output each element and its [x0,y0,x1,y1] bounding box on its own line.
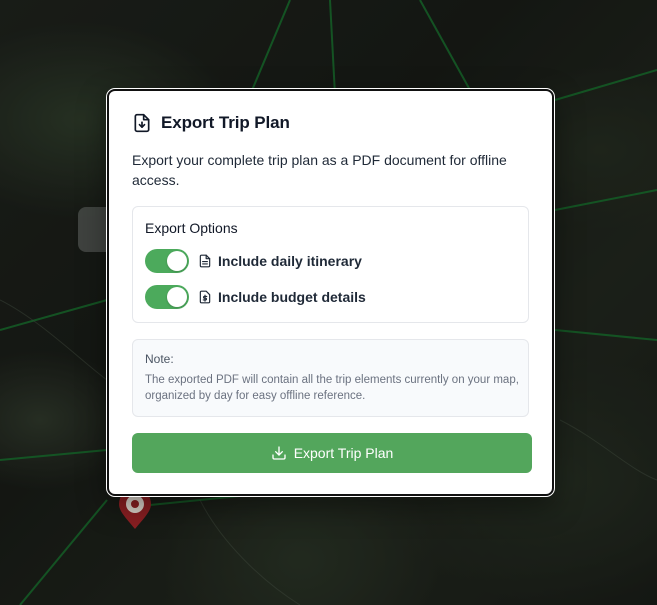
option-budget-details: Include budget details [145,285,516,309]
document-icon [198,254,212,268]
budget-details-label: Include budget details [218,289,366,305]
dialog-title: Export Trip Plan [161,113,290,132]
dollar-icon [198,290,212,304]
daily-itinerary-toggle[interactable] [145,249,189,273]
note-box: Note: The exported PDF will contain all … [132,339,529,417]
option-daily-itinerary: Include daily itinerary [145,249,516,273]
note-title: Note: [145,352,174,366]
export-button-label: Export Trip Plan [293,445,394,461]
export-options-panel: Export Options Include daily itinerary I… [132,206,529,323]
dialog-description: Export your complete trip plan as a PDF … [132,152,507,188]
export-options-title: Export Options [145,220,238,236]
export-trip-plan-button[interactable]: Export Trip Plan [132,433,532,473]
map-pin-icon[interactable] [117,490,153,530]
toggle-knob [167,287,187,307]
export-dialog: Export Trip Plan Export your complete tr… [107,89,554,496]
file-download-icon [132,113,152,133]
toggle-knob [167,251,187,271]
download-icon [271,445,287,461]
daily-itinerary-label: Include daily itinerary [218,253,362,269]
budget-details-toggle[interactable] [145,285,189,309]
dialog-header: Export Trip Plan [132,113,529,133]
note-text: The exported PDF will contain all the tr… [145,374,519,402]
